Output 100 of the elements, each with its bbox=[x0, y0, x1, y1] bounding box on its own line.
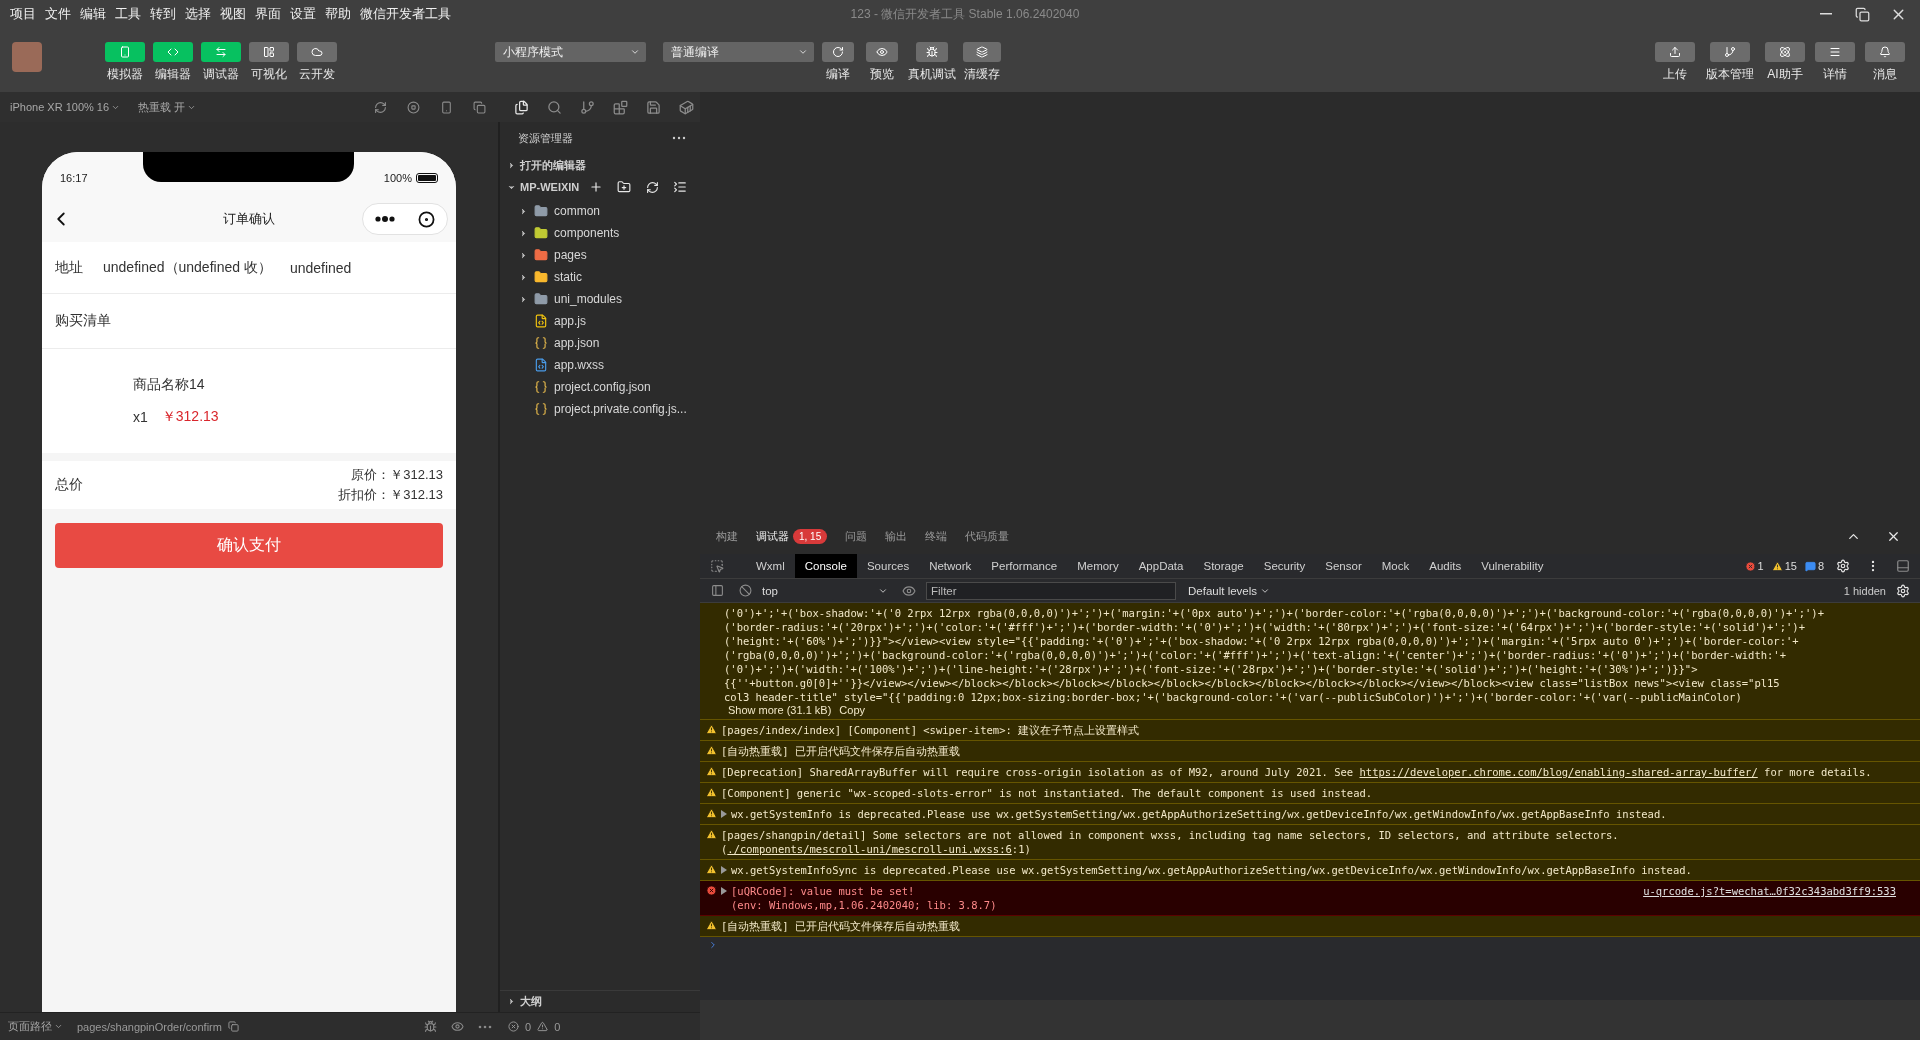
log-link[interactable]: https://developer.chrome.com/blog/enabling-shared-array-buffer/ bbox=[1359, 766, 1758, 778]
folder-item[interactable]: components bbox=[500, 224, 700, 242]
view-toggle-button[interactable]: 编辑器 bbox=[150, 42, 196, 83]
source-link[interactable]: u-qrcode.js?t=wechat…0f32c343abd3ff9:533 bbox=[1643, 884, 1912, 912]
eye-icon[interactable] bbox=[451, 1020, 464, 1033]
section-header[interactable]: 打开的编辑器 bbox=[500, 154, 700, 176]
log-message: wx.getSystemInfoSync is deprecated.Please use wx.getSystemSetting/wx.getAppAuthorizeSetting/wx.getDeviceInfo/wx.getWindowInfo/wx.getAppBaseInfo instead. bbox=[731, 863, 1693, 877]
view-toggle-button[interactable]: 模拟器 bbox=[102, 42, 148, 83]
view-toggle-button[interactable]: 云开发 bbox=[294, 42, 340, 83]
confirm-pay-button[interactable]: 确认支付 bbox=[55, 523, 443, 568]
folder-item[interactable]: uni_modules bbox=[500, 290, 700, 308]
copy-button[interactable]: Copy bbox=[835, 704, 869, 716]
devtools-tab[interactable]: Security bbox=[1253, 554, 1316, 578]
show-more-button[interactable]: Show more (31.1 kB) bbox=[724, 704, 836, 716]
address-text: undefined bbox=[289, 259, 352, 276]
folder-item[interactable]: common bbox=[500, 202, 700, 220]
more-dots-icon bbox=[374, 216, 395, 222]
devtools-tab[interactable]: Audits bbox=[1419, 554, 1472, 578]
toolbar-button[interactable]: 消息 bbox=[1862, 42, 1908, 83]
more-icon[interactable] bbox=[478, 1024, 492, 1029]
devtools-tab[interactable]: Console bbox=[794, 554, 857, 578]
menu-item[interactable]: 工具 bbox=[115, 5, 141, 23]
folder-item[interactable]: static bbox=[500, 268, 700, 286]
toolbar-button[interactable]: 预览 bbox=[862, 42, 902, 83]
file-item[interactable]: project.private.config.js... bbox=[500, 400, 700, 418]
file-item[interactable]: app.json bbox=[500, 334, 700, 352]
devtools-tab[interactable]: Memory bbox=[1067, 554, 1129, 578]
battery-icon bbox=[416, 173, 438, 183]
expand-icon[interactable] bbox=[721, 887, 727, 895]
devtools-tab[interactable]: Sensor bbox=[1315, 554, 1372, 578]
expand-icon[interactable] bbox=[721, 810, 727, 818]
panel-tab[interactable]: 代码质量 bbox=[965, 528, 1010, 544]
folder-item[interactable]: pages bbox=[500, 246, 700, 264]
menu-item[interactable]: 帮助 bbox=[325, 5, 351, 23]
log-detail: (env: Windows,mp,1.06.2402040; lib: 3.8.7) bbox=[731, 898, 998, 912]
hidden-count: 1 hidden bbox=[1843, 584, 1886, 597]
menu-item[interactable]: 微信开发者工具 bbox=[360, 5, 451, 23]
menu-item[interactable]: 视图 bbox=[220, 5, 246, 23]
view-toggle-button[interactable]: 调试器 bbox=[198, 42, 244, 83]
toolbar-button[interactable]: 上传 bbox=[1652, 42, 1698, 83]
page-path-select[interactable]: 页面路径 bbox=[8, 1019, 63, 1034]
toolbar-button[interactable]: 详情 bbox=[1812, 42, 1858, 83]
devtools-tab[interactable]: Performance bbox=[981, 554, 1068, 578]
file-item[interactable]: project.config.json bbox=[500, 378, 700, 396]
menu-item[interactable]: 选择 bbox=[185, 5, 211, 23]
toolbar-button[interactable]: 清缓存 bbox=[962, 42, 1002, 83]
panel-tab[interactable]: 问题 bbox=[845, 528, 868, 544]
panel-tab[interactable]: 输出 bbox=[885, 528, 908, 544]
log-text: ('0')+';')+('width:'+('100%')+';')+('line-height:'+('28rpx')+';')+('font-size:'+('28rpx')+';')+('border-style:'+('solid')+';')+('height:'+('30%')+';')}}"> bbox=[724, 662, 1699, 676]
devtools-tab[interactable]: AppData bbox=[1128, 554, 1194, 578]
panel-tab[interactable]: 构建 bbox=[716, 528, 738, 544]
menu-icon bbox=[1829, 46, 1841, 58]
view-toggle-button[interactable]: 可视化 bbox=[246, 42, 292, 83]
levels-select[interactable]: Default levels bbox=[1182, 583, 1277, 598]
count-badge: 1, 15 bbox=[793, 528, 828, 544]
devtools-tab[interactable]: Sources bbox=[856, 554, 920, 578]
devtools-tab[interactable]: Vulnerability bbox=[1471, 554, 1554, 578]
menu-item[interactable]: 编辑 bbox=[80, 5, 106, 23]
devtools-tab[interactable]: Wxml bbox=[746, 554, 795, 578]
log-text: ('height:'+('60%')+';')}}"></view><view style="{{'padding:'+('0')+';'+('box-shadow:'+('0 2rpx 12rpx rgba(0,0,0,0)')+';')+('margin:'+('5rpx auto 0')+';')+('border-color:'+ bbox=[724, 634, 1800, 648]
compile-select[interactable]: 普通编译 bbox=[663, 42, 814, 62]
panel-tab[interactable]: 终端 bbox=[925, 528, 948, 544]
mode-select[interactable]: 小程序模式 bbox=[495, 42, 646, 62]
toolbar-button[interactable]: AI助手 bbox=[1762, 42, 1808, 83]
battery-percent: 100% bbox=[383, 172, 412, 184]
devtools-tab[interactable]: Mock bbox=[1371, 554, 1420, 578]
log-link[interactable]: ./components/mescroll-uni/mescroll-uni.wxss:6 bbox=[727, 843, 1012, 855]
warning-icon bbox=[706, 808, 717, 819]
bug-icon[interactable] bbox=[424, 1020, 437, 1033]
json-file-icon bbox=[534, 380, 548, 394]
js-file-icon bbox=[534, 314, 548, 328]
more-icon[interactable] bbox=[672, 136, 686, 140]
toolbar-button[interactable]: 真机调试 bbox=[906, 42, 958, 83]
copy-icon[interactable] bbox=[227, 1021, 239, 1032]
toolbar-button[interactable]: 编译 bbox=[818, 42, 858, 83]
atom-icon bbox=[1779, 46, 1791, 58]
hot-reload-toggle[interactable]: 热重载 开 bbox=[138, 99, 197, 115]
device-select[interactable]: iPhone XR 100% 16 bbox=[10, 101, 121, 113]
filter-field[interactable]: Filter bbox=[926, 581, 1176, 600]
log-text: col3 header-title" style="{{'padding:0 12px;box-sizing:border-box;'+('background-color:'+('var(--publicSubColor)')+';')+('border-color:'+('var(--publicMainColor) bbox=[724, 690, 1743, 704]
log-message: [pages/index/index] [Component] <swiper-item>: 建议在子节点上设置样式 bbox=[721, 723, 1141, 737]
warning-icon bbox=[706, 724, 717, 735]
file-item[interactable]: app.js bbox=[500, 312, 700, 330]
capsule-menu[interactable] bbox=[362, 203, 448, 235]
section-header[interactable]: MP-WEIXIN bbox=[500, 176, 586, 198]
panel-tab[interactable]: 调试器 1, 15 bbox=[756, 528, 828, 544]
devtools-tab[interactable]: Storage bbox=[1193, 554, 1254, 578]
menu-item[interactable]: 项目 bbox=[10, 5, 36, 23]
cloud-icon bbox=[311, 46, 323, 58]
menu-item[interactable]: 设置 bbox=[290, 5, 316, 23]
context-select[interactable]: top bbox=[762, 584, 892, 597]
file-item[interactable]: app.wxss bbox=[500, 356, 700, 374]
toolbar-button[interactable]: 版本管理 bbox=[1702, 42, 1758, 83]
warning-icon bbox=[706, 864, 717, 875]
devtools-tab[interactable]: Network bbox=[919, 554, 982, 578]
menu-item[interactable]: 转到 bbox=[150, 5, 176, 23]
menu-item[interactable]: 界面 bbox=[255, 5, 281, 23]
menu-item[interactable]: 文件 bbox=[45, 5, 71, 23]
expand-icon[interactable] bbox=[721, 866, 727, 874]
log-message: [Component] generic "wx-scoped-slots-error" is not instantiated. The default component is used instead. bbox=[721, 786, 1374, 800]
